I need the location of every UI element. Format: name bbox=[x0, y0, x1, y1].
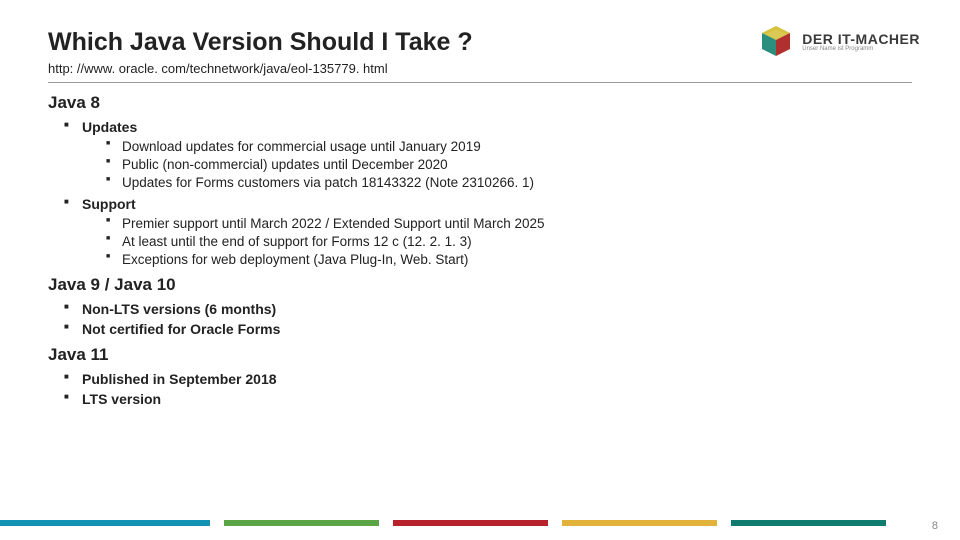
sub-bullet-item: At least until the end of support for Fo… bbox=[106, 234, 912, 249]
section-heading: Java 8 bbox=[48, 93, 912, 113]
logo-sub: Unser Name ist Programm bbox=[802, 46, 920, 52]
bullet-item: LTS version bbox=[64, 391, 912, 407]
sub-bullet-item: Download updates for commercial usage un… bbox=[106, 139, 912, 154]
bullet-list: Non-LTS versions (6 months) Not certified… bbox=[64, 301, 912, 337]
stripe-segment bbox=[731, 520, 886, 526]
bullet-item: UpdatesDownload updates for commercial u… bbox=[64, 119, 912, 190]
bullet-item: Non-LTS versions (6 months) bbox=[64, 301, 912, 317]
slide: DER IT-MACHER Unser Name ist Programm Wh… bbox=[0, 0, 960, 540]
footer-stripe bbox=[0, 520, 960, 526]
sub-bullet-item: Updates for Forms customers via patch 18… bbox=[106, 175, 912, 190]
bullet-item: Not certified for Oracle Forms bbox=[64, 321, 912, 337]
stripe-segment bbox=[562, 520, 717, 526]
bullet-list: Published in September 2018 LTS version bbox=[64, 371, 912, 407]
logo-cube-icon bbox=[758, 24, 794, 60]
bullet-list: UpdatesDownload updates for commercial u… bbox=[64, 119, 912, 267]
sub-bullet-list: Premier support until March 2022 / Exten… bbox=[106, 216, 912, 267]
logo-text: DER IT-MACHER Unser Name ist Programm bbox=[802, 32, 920, 52]
sub-bullet-item: Public (non-commercial) updates until De… bbox=[106, 157, 912, 172]
sub-bullet-item: Premier support until March 2022 / Exten… bbox=[106, 216, 912, 231]
stripe-segment bbox=[224, 520, 379, 526]
sub-bullet-list: Download updates for commercial usage un… bbox=[106, 139, 912, 190]
stripe-segment bbox=[0, 520, 210, 526]
bullet-item: SupportPremier support until March 2022 … bbox=[64, 196, 912, 267]
bullet-item: Published in September 2018 bbox=[64, 371, 912, 387]
page-number: 8 bbox=[932, 520, 938, 532]
title-rule bbox=[48, 82, 912, 83]
logo-main: DER IT-MACHER bbox=[802, 32, 920, 46]
stripe-segment bbox=[393, 520, 548, 526]
source-url: http: //www. oracle. com/technetwork/jav… bbox=[48, 61, 912, 76]
section-heading: Java 11 bbox=[48, 345, 912, 365]
content: Java 8 UpdatesDownload updates for commer… bbox=[48, 93, 912, 407]
section-heading: Java 9 / Java 10 bbox=[48, 275, 912, 295]
logo: DER IT-MACHER Unser Name ist Programm bbox=[758, 24, 920, 60]
sub-bullet-item: Exceptions for web deployment (Java Plug… bbox=[106, 252, 912, 267]
